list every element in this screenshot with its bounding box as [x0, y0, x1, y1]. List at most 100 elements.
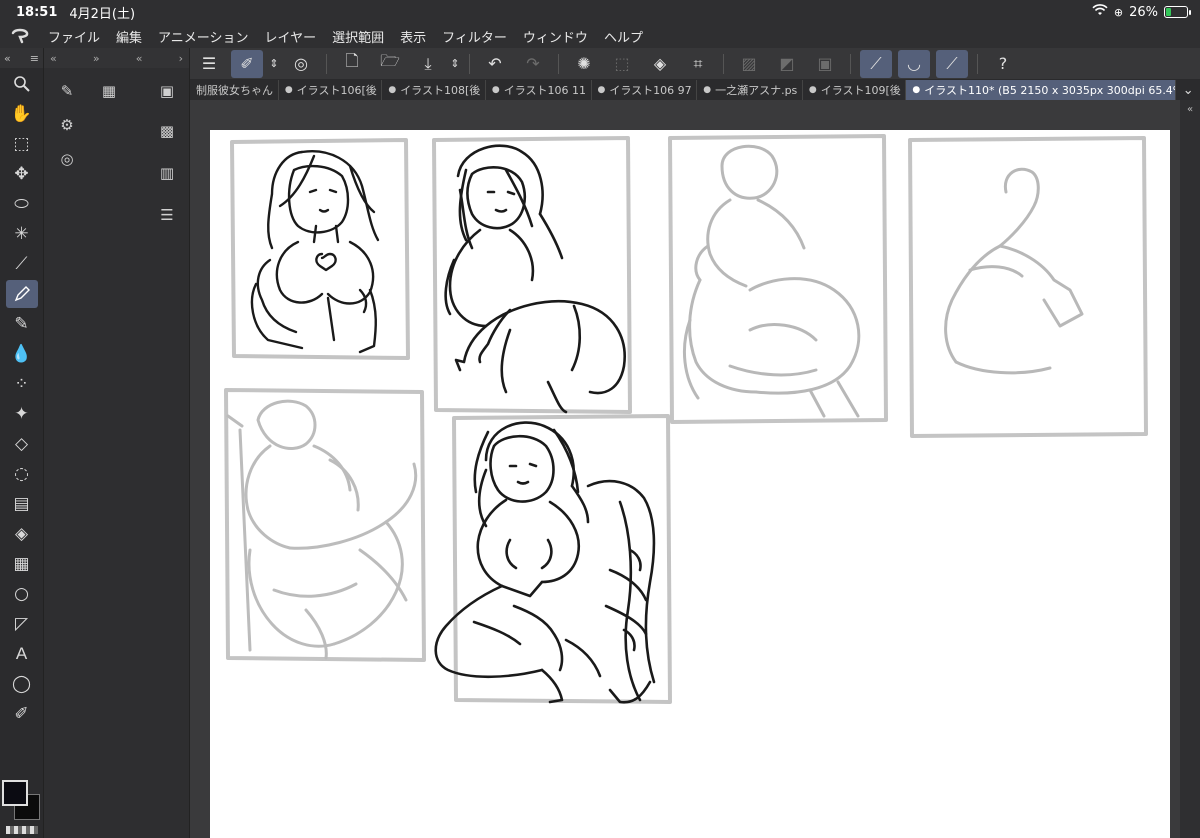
clear-icon[interactable]: ⬚: [606, 50, 638, 78]
frame-border-icon[interactable]: ▤: [6, 490, 38, 518]
expand-right-icon[interactable]: »: [93, 52, 100, 65]
tab-label: イラスト106 97: [609, 84, 692, 97]
deselect-icon[interactable]: ▨: [733, 50, 765, 78]
selection-pen-icon[interactable]: ⬭: [6, 190, 38, 218]
collapse-icon[interactable]: «: [4, 52, 11, 65]
sub-tool-header: « » « ›: [44, 48, 189, 68]
sketch-character-2: [444, 144, 626, 414]
pen-settings-icon[interactable]: ⚙: [54, 112, 80, 138]
menu-window[interactable]: ウィンドウ: [515, 27, 596, 46]
edit-mode-icon[interactable]: ✐: [231, 49, 263, 78]
loading-icon[interactable]: ✺: [568, 50, 600, 78]
menu-help[interactable]: ヘルプ: [596, 27, 651, 46]
menu-layer[interactable]: レイヤー: [257, 27, 325, 46]
app-logo-icon[interactable]: [0, 24, 40, 48]
tab-document-3[interactable]: ● イラスト108[後: [382, 80, 486, 100]
pencil-icon[interactable]: ✎: [6, 310, 38, 338]
fill-bucket-icon[interactable]: ◈: [644, 50, 676, 78]
selection-expand-icon[interactable]: ▣: [809, 50, 841, 78]
transform-icon[interactable]: ⌗: [682, 50, 714, 78]
hamburger-menu-icon[interactable]: ☰: [193, 50, 225, 78]
ruler-icon[interactable]: ◸: [6, 610, 38, 638]
color-swatches[interactable]: [2, 780, 42, 820]
decoration-icon[interactable]: ✦: [6, 400, 38, 428]
tab-document-7[interactable]: ● イラスト109[後: [803, 80, 907, 100]
invert-selection-icon[interactable]: ◩: [771, 50, 803, 78]
battery-percent: 26%: [1129, 4, 1158, 20]
battery-fill: [1166, 8, 1171, 16]
updown-chevron-icon-2[interactable]: ⇕: [447, 50, 463, 78]
redo-icon[interactable]: ↷: [517, 50, 549, 78]
correct-line-icon[interactable]: ✐: [6, 700, 38, 728]
sub-tool-detail-icon[interactable]: ▦: [96, 78, 122, 104]
transparent-color-swatch[interactable]: [6, 826, 38, 834]
new-file-icon[interactable]: 🗋: [336, 50, 368, 78]
layer-list-icon[interactable]: ☰: [154, 202, 180, 228]
zoom-icon[interactable]: [6, 70, 38, 98]
hand-icon[interactable]: ✋: [6, 100, 38, 128]
chevron-down-icon[interactable]: ⌄: [1176, 83, 1200, 98]
menu-edit[interactable]: 編集: [108, 27, 150, 46]
separator: [723, 53, 724, 74]
fill-icon[interactable]: ◈: [6, 520, 38, 548]
sketch-character-4: [944, 167, 1084, 375]
collapse-left-icon[interactable]: «: [50, 52, 57, 65]
orientation-lock-icon: ⊕: [1113, 5, 1124, 19]
updown-chevron-icon[interactable]: ⇕: [266, 50, 282, 78]
pen-icon[interactable]: [5, 280, 38, 308]
open-folder-icon[interactable]: 🗁: [374, 50, 406, 78]
collapse-icon-2[interactable]: «: [136, 52, 143, 65]
pen-subtool-icon[interactable]: ✎: [54, 78, 80, 104]
menu-bar: ファイル 編集 アニメーション レイヤー 選択範囲 表示 フィルター ウィンドウ…: [0, 24, 1200, 48]
foreground-color-swatch[interactable]: [2, 780, 28, 806]
expand-panel-icon[interactable]: «: [1180, 104, 1200, 115]
sketch-character-1: [250, 150, 380, 354]
menu-lines-icon[interactable]: ≡: [30, 52, 39, 65]
tab-document-5[interactable]: ● イラスト106 97: [592, 80, 698, 100]
tab-document-2[interactable]: ● イラスト106[後: [279, 80, 383, 100]
blend-icon[interactable]: ◌: [6, 460, 38, 488]
airbrush-icon[interactable]: ⁘: [6, 370, 38, 398]
menu-file[interactable]: ファイル: [40, 27, 108, 46]
tab-document-active[interactable]: ● イラスト110* (B5 2150 x 3035px 300dpi 65.4%…: [906, 80, 1177, 100]
save-icon[interactable]: ⤓: [412, 50, 444, 78]
eyedropper-icon[interactable]: ⟋: [6, 250, 38, 278]
tab-dot-icon: ●: [912, 85, 921, 95]
text-icon[interactable]: A: [6, 640, 38, 668]
canvas-workspace[interactable]: [190, 100, 1180, 838]
tab-document-6[interactable]: ● 一之瀬アスナ.ps: [697, 80, 803, 100]
menu-selection[interactable]: 選択範囲: [324, 27, 392, 46]
menu-animation[interactable]: アニメーション: [150, 27, 256, 46]
gradient-icon[interactable]: ▦: [6, 550, 38, 578]
pen-pressure-icon[interactable]: ⟋: [860, 49, 892, 78]
menu-view[interactable]: 表示: [392, 27, 434, 46]
sketch-character-6: [434, 421, 656, 704]
expand-icon-2[interactable]: ›: [179, 52, 183, 65]
sub-tool-panel: « » « › ✎ ⚙ ◎ ▦ ▣ ▩ ▥ ☰: [44, 48, 190, 838]
drawing-canvas[interactable]: [210, 130, 1170, 838]
tab-document-1[interactable]: 制服彼女ちゃん: [190, 80, 279, 100]
balloon-icon[interactable]: ◯: [6, 670, 38, 698]
undo-icon[interactable]: ↶: [479, 50, 511, 78]
separator: [558, 53, 559, 74]
object-select-icon[interactable]: ⬚: [6, 130, 38, 158]
navigator-icon[interactable]: ▣: [154, 78, 180, 104]
menu-filter[interactable]: フィルター: [434, 27, 515, 46]
sketch-character-3: [682, 144, 861, 418]
help-icon[interactable]: ?: [987, 50, 1019, 78]
layer-property-icon[interactable]: ▩: [154, 118, 180, 144]
tab-document-4[interactable]: ● イラスト106 11: [486, 80, 592, 100]
magic-wand-icon[interactable]: ✳: [6, 220, 38, 248]
separator: [977, 53, 978, 74]
timeline-icon[interactable]: ▥: [154, 160, 180, 186]
line-correct-icon[interactable]: ⟋: [936, 49, 968, 78]
brush-stroke-icon[interactable]: ◡: [898, 49, 930, 78]
shape-icon[interactable]: ○: [6, 580, 38, 608]
pen-options-icon[interactable]: ◎: [54, 146, 80, 172]
eraser-icon[interactable]: ◇: [6, 430, 38, 458]
right-panel-strip[interactable]: «: [1180, 100, 1200, 838]
spiral-icon[interactable]: ◎: [285, 50, 317, 78]
tab-label: イラスト106 11: [503, 84, 586, 97]
brush-icon[interactable]: 💧: [6, 340, 38, 368]
move-icon[interactable]: ✥: [6, 160, 38, 188]
